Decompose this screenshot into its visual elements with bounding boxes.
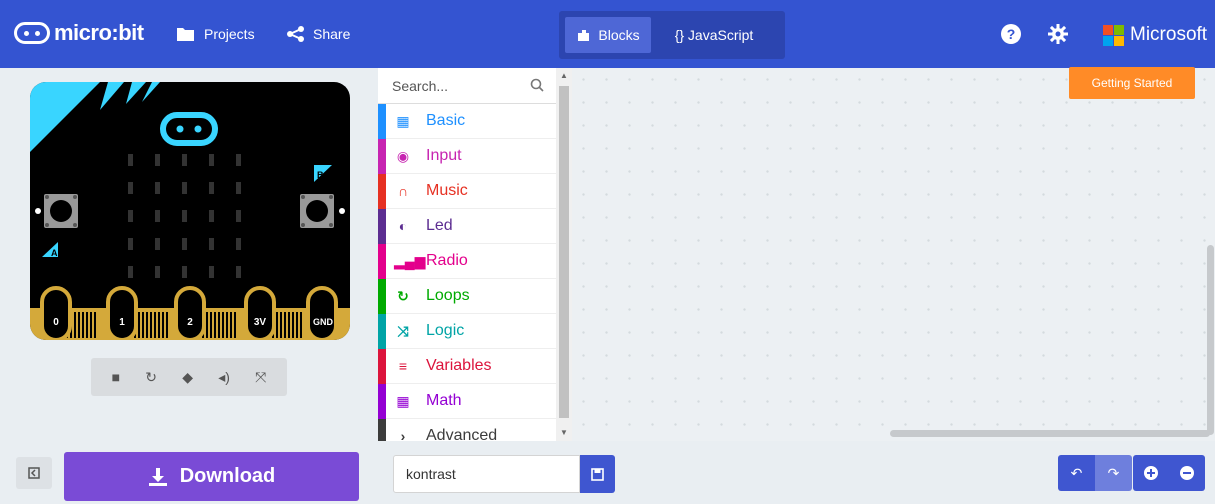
- share-label: Share: [313, 26, 351, 42]
- blocks-icon: [578, 30, 590, 41]
- editor-toggle: Blocks {} JavaScript: [559, 11, 785, 59]
- category-led[interactable]: ◐ Led: [378, 209, 556, 244]
- redo-button[interactable]: ↷: [1095, 455, 1132, 491]
- tab-javascript[interactable]: {} JavaScript: [659, 17, 769, 53]
- mute-icon[interactable]: ◂): [218, 369, 230, 386]
- category-label: Variables: [426, 357, 492, 374]
- scroll-down-icon[interactable]: ▼: [560, 428, 568, 437]
- download-icon: [148, 467, 167, 486]
- signal-icon: ▂▄▆: [394, 252, 426, 269]
- pin-0-label: 0: [53, 317, 59, 328]
- pin-gnd-label: GND: [313, 317, 334, 327]
- toolbox: Search... ▦ Basic ◉ Input ∩ Music ◐ Led …: [378, 68, 556, 441]
- fullscreen-icon[interactable]: ⤧: [255, 369, 266, 386]
- collapse-simulator-button[interactable]: [16, 457, 52, 489]
- microbit-logo[interactable]: micro:bit: [14, 20, 144, 46]
- category-label: Basic: [426, 112, 466, 129]
- share-button[interactable]: Share: [287, 26, 350, 42]
- shuffle-icon: ⤨: [397, 322, 409, 339]
- zoom-in-button[interactable]: [1133, 455, 1169, 491]
- logo-text: micro:bit: [54, 20, 144, 45]
- chevron-icon: ›: [400, 428, 406, 441]
- category-loops[interactable]: ↻ Loops: [378, 279, 556, 314]
- search-icon[interactable]: [530, 78, 544, 92]
- projects-label: Projects: [204, 26, 255, 42]
- category-label: Radio: [426, 252, 468, 269]
- save-icon: [591, 467, 604, 481]
- toolbox-scroll-thumb[interactable]: [559, 86, 569, 418]
- gear-icon[interactable]: [1048, 24, 1068, 44]
- scroll-up-icon[interactable]: ▲: [560, 71, 568, 80]
- category-variables[interactable]: ≡ Variables: [378, 349, 556, 384]
- headphones-icon: ∩: [397, 183, 409, 199]
- category-label: Input: [426, 147, 462, 164]
- help-icon[interactable]: ?: [1001, 24, 1021, 44]
- share-icon: [287, 26, 304, 42]
- button-b-label: B: [317, 170, 324, 180]
- category-label: Logic: [426, 322, 465, 339]
- list-icon: ≡: [398, 358, 408, 374]
- slowmo-icon[interactable]: ◆: [182, 369, 193, 386]
- search-input[interactable]: Search...: [392, 78, 448, 94]
- bottom-bar: Download ↶ ↷: [0, 441, 1215, 504]
- calculator-icon: ▦: [396, 392, 410, 409]
- toolbox-search[interactable]: Search...: [378, 68, 556, 104]
- tab-blocks[interactable]: Blocks: [565, 17, 651, 53]
- plus-icon: [1144, 466, 1158, 480]
- microsoft-logo[interactable]: Microsoft: [1103, 24, 1207, 46]
- category-label: Math: [426, 392, 462, 409]
- project-name-input[interactable]: [393, 455, 580, 493]
- restart-icon[interactable]: ↻: [145, 369, 157, 386]
- undo-button[interactable]: ↶: [1058, 455, 1095, 491]
- zoom-out-button[interactable]: [1169, 455, 1205, 491]
- getting-started-button[interactable]: Getting Started: [1069, 67, 1195, 99]
- tab-javascript-label: {} JavaScript: [674, 27, 754, 43]
- grid-icon: ▦: [396, 112, 410, 129]
- category-math[interactable]: ▦ Math: [378, 384, 556, 419]
- save-button[interactable]: [580, 455, 615, 493]
- pin-3v-label: 3V: [254, 317, 267, 328]
- undo-icon: ↶: [1070, 464, 1083, 481]
- category-basic[interactable]: ▦ Basic: [378, 104, 556, 139]
- collapse-icon: [28, 467, 40, 479]
- simulator-panel: A B 0 1 2 3V GND ■ ↻ ◆ ◂) ⤧: [0, 68, 378, 441]
- category-music[interactable]: ∩ Music: [378, 174, 556, 209]
- category-advanced[interactable]: › Advanced: [378, 419, 556, 441]
- download-label: Download: [179, 465, 276, 487]
- button-a[interactable]: [44, 194, 78, 228]
- tab-blocks-label: Blocks: [598, 27, 640, 43]
- top-bar: micro:bit Projects Share Blocks {} JavaS…: [0, 0, 1215, 68]
- microbit-board[interactable]: A B 0 1 2 3V GND: [30, 82, 350, 340]
- microsoft-squares-icon: [1103, 24, 1124, 46]
- brand-label: Microsoft: [1130, 24, 1208, 45]
- target-icon: ◉: [396, 147, 410, 164]
- workspace-vertical-scrollbar[interactable]: [1207, 245, 1214, 435]
- simulator-controls: ■ ↻ ◆ ◂) ⤧: [91, 358, 287, 396]
- workspace-horizontal-scrollbar[interactable]: [890, 430, 1210, 437]
- minus-icon: [1180, 466, 1194, 480]
- category-logic[interactable]: ⤨ Logic: [378, 314, 556, 349]
- stop-icon[interactable]: ■: [112, 369, 120, 385]
- download-button[interactable]: Download: [64, 452, 359, 501]
- category-label: Advanced: [426, 427, 498, 441]
- refresh-icon: ↻: [397, 287, 409, 304]
- category-label: Led: [426, 217, 453, 234]
- pin-1-label: 1: [119, 317, 125, 328]
- button-b[interactable]: [300, 194, 334, 228]
- category-input[interactable]: ◉ Input: [378, 139, 556, 174]
- pin-2-label: 2: [187, 317, 193, 328]
- folder-icon: [177, 28, 194, 41]
- redo-icon: ↷: [1107, 464, 1120, 481]
- category-radio[interactable]: ▂▄▆ Radio: [378, 244, 556, 279]
- category-label: Loops: [426, 287, 470, 304]
- projects-button[interactable]: Projects: [176, 26, 255, 42]
- button-a-label: A: [51, 248, 58, 258]
- microbit-logo-icon: [14, 22, 50, 44]
- toggle-icon: ◐: [398, 218, 408, 234]
- blocks-workspace[interactable]: [572, 68, 1215, 441]
- category-label: Music: [426, 182, 468, 199]
- toolbox-scrollbar[interactable]: ▲ ▼: [556, 68, 572, 441]
